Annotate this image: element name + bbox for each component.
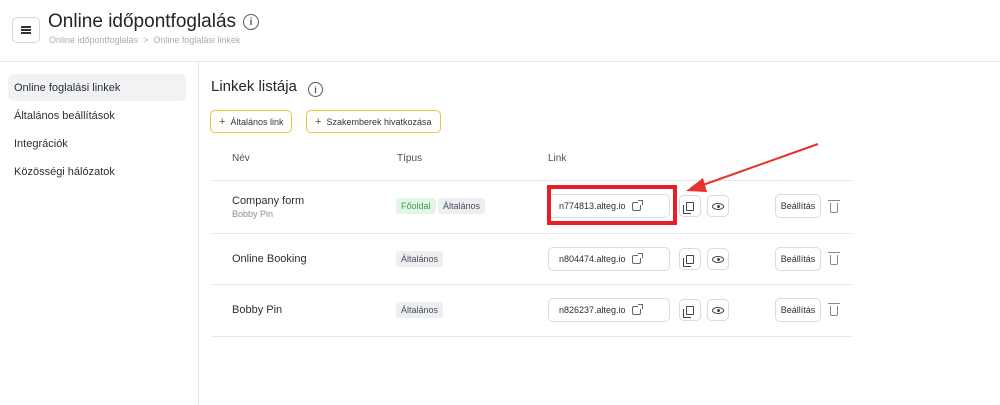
annotation-arrow: [686, 143, 819, 192]
